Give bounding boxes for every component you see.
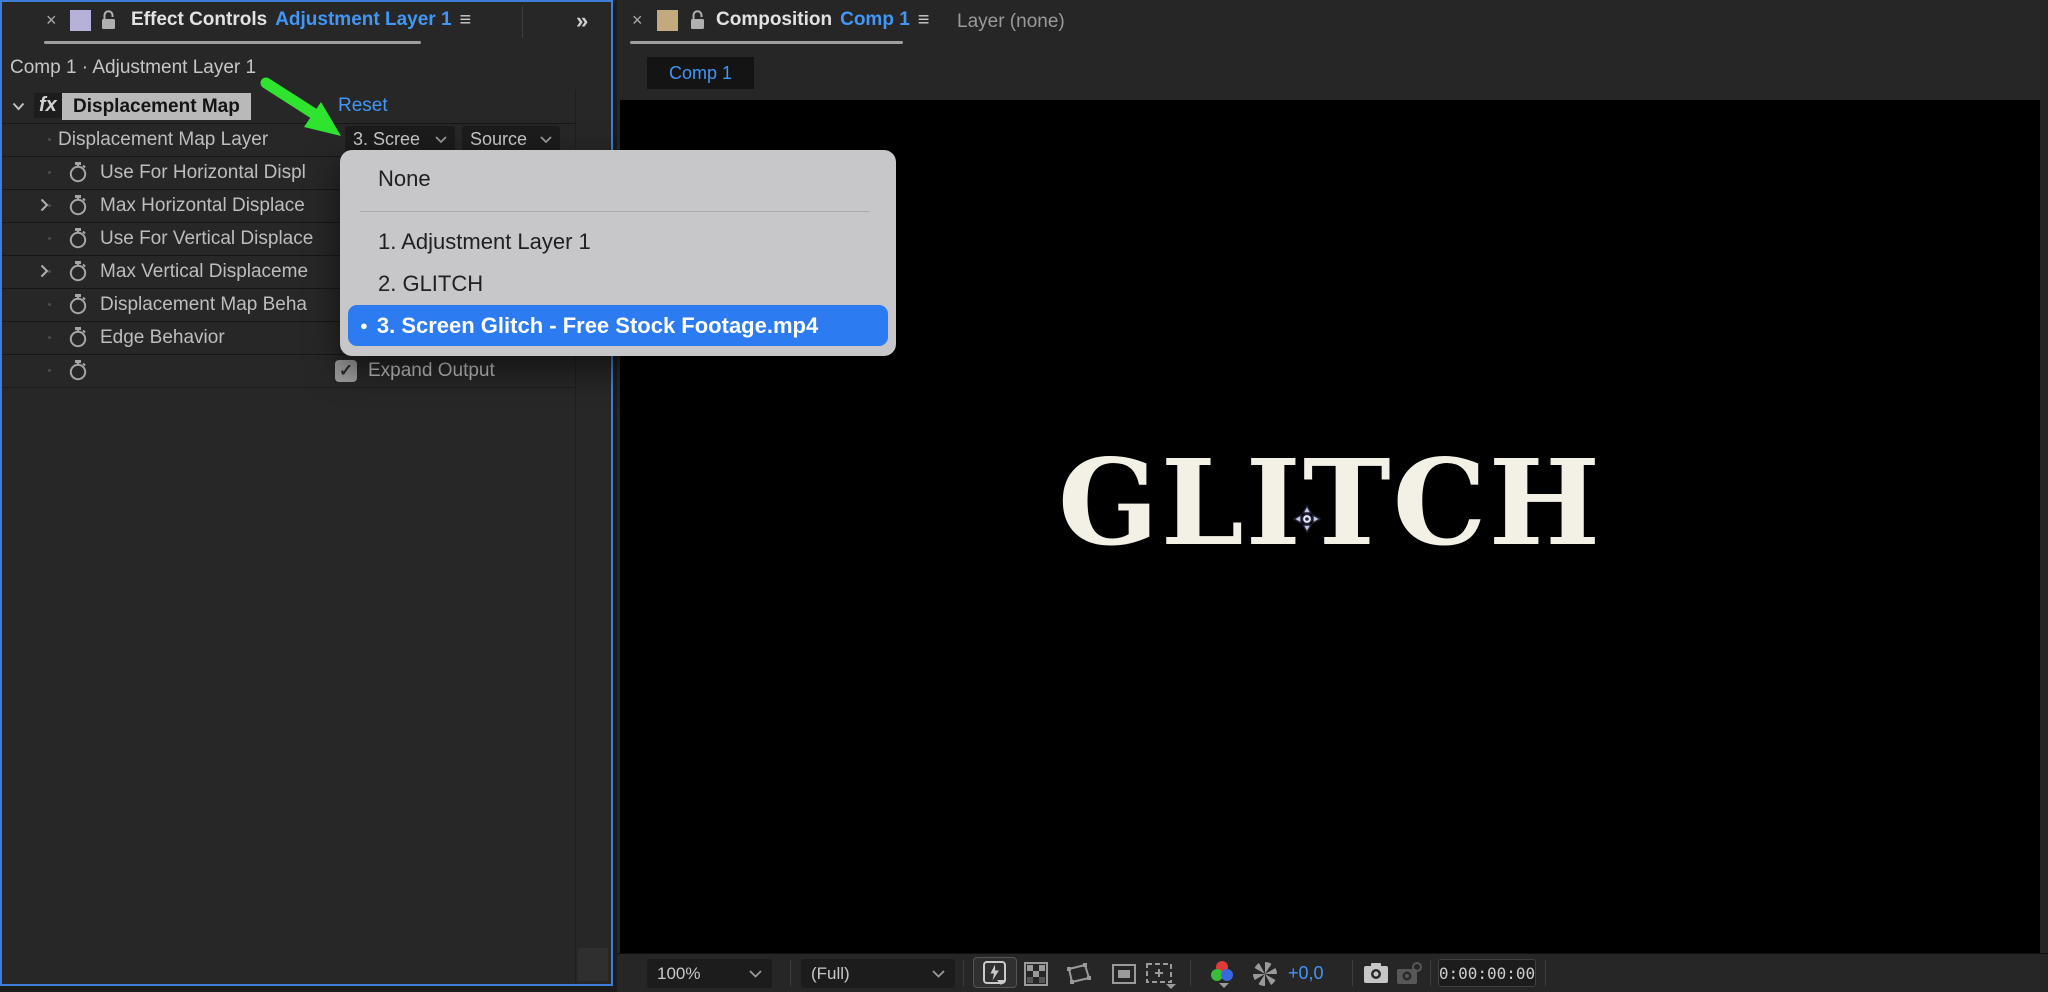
chevron-down-icon: [435, 135, 447, 143]
property-row: ✓ Expand Output: [2, 354, 576, 388]
expand-chevron-icon[interactable]: [40, 264, 49, 278]
panel-target-comp: Comp 1: [840, 9, 910, 30]
viewer-toolbar: 100% (Full) +0,0 0:00:00:00: [617, 953, 2048, 992]
breadcrumb: Comp 1 · Adjustment Layer 1: [10, 57, 257, 78]
stopwatch-icon[interactable]: [68, 161, 88, 184]
row-dot: [48, 171, 51, 174]
chevron-down-icon: [749, 969, 762, 978]
stopwatch-icon[interactable]: [68, 359, 88, 382]
selected-bullet-icon: ●: [360, 318, 368, 333]
anchor-point-icon[interactable]: [1288, 500, 1326, 538]
stopwatch-icon[interactable]: [68, 227, 88, 250]
stopwatch-icon[interactable]: [68, 194, 88, 217]
panel-close-icon[interactable]: ×: [46, 11, 57, 31]
region-of-interest-icon[interactable]: [1111, 961, 1137, 987]
chevron-down-icon: [932, 969, 945, 978]
composition-panel: × Composition Comp 1 ≡ Layer (none) Comp…: [617, 0, 2048, 992]
source-channel-dropdown[interactable]: Source: [462, 126, 560, 152]
composition-tab[interactable]: Composition Comp 1 ≡: [716, 9, 929, 31]
stopwatch-icon[interactable]: [68, 293, 88, 316]
unlock-icon[interactable]: [689, 9, 706, 32]
channels-icon[interactable]: [1207, 959, 1237, 989]
active-tab-underline: [630, 41, 903, 44]
menu-item-adjustment-layer[interactable]: 1. Adjustment Layer 1: [378, 229, 591, 255]
panel-menu-icon[interactable]: ≡: [918, 10, 930, 30]
active-tab-underline: [44, 41, 421, 44]
fast-previews-button[interactable]: [973, 957, 1017, 988]
exposure-icon[interactable]: [1251, 960, 1279, 988]
stopwatch-icon[interactable]: [68, 260, 88, 283]
timecode-field[interactable]: 0:00:00:00: [1438, 959, 1536, 987]
row-dot: [48, 303, 51, 306]
grid-guides-icon[interactable]: [1144, 961, 1178, 989]
panel-target-layer: Adjustment Layer 1: [275, 9, 452, 30]
row-dot: [48, 369, 51, 372]
expand-chevron-icon[interactable]: [40, 198, 49, 212]
collapse-chevron-icon[interactable]: [12, 102, 25, 111]
reset-button[interactable]: Reset: [338, 95, 388, 117]
panel-overflow-button[interactable]: »: [576, 10, 588, 33]
menu-item-screen-glitch-selected[interactable]: ● 3. Screen Glitch - Free Stock Footage.…: [348, 305, 888, 346]
panel-title: Composition: [716, 9, 833, 30]
toolbar-divider: [1545, 960, 1546, 986]
toolbar-divider: [790, 960, 791, 986]
panel-color-swatch[interactable]: [657, 10, 678, 31]
magnification-dropdown[interactable]: 100%: [647, 959, 772, 988]
row-dot: [48, 138, 51, 141]
fast-previews-icon: [983, 960, 1006, 985]
row-dot: [48, 336, 51, 339]
panel-color-swatch[interactable]: [70, 10, 91, 31]
expand-output-checkbox[interactable]: ✓: [335, 360, 357, 382]
resolution-dropdown[interactable]: (Full): [801, 959, 955, 988]
snapshot-camera-icon[interactable]: [1362, 961, 1390, 985]
chevron-down-icon: [540, 135, 552, 143]
effect-controls-panel: × Effect Controls Adjustment Layer 1 ≡ »…: [0, 0, 613, 986]
displacement-map-layer-dropdown[interactable]: 3. Scree: [345, 126, 455, 152]
show-snapshot-icon[interactable]: [1395, 961, 1425, 987]
transparency-grid-icon[interactable]: [1023, 961, 1049, 987]
comp-breadcrumb-tab[interactable]: Comp 1: [647, 57, 754, 89]
exposure-offset-value[interactable]: +0,0: [1288, 963, 1324, 984]
menu-item-none[interactable]: None: [378, 166, 431, 192]
panel-close-icon[interactable]: ×: [632, 11, 643, 31]
effect-controls-tab[interactable]: Effect Controls Adjustment Layer 1 ≡: [131, 9, 471, 31]
effect-name[interactable]: Displacement Map: [62, 93, 251, 120]
displacement-layer-menu: None 1. Adjustment Layer 1 2. GLITCH ● 3…: [340, 150, 896, 356]
toolbar-divider: [963, 960, 964, 986]
stopwatch-icon[interactable]: [68, 326, 88, 349]
toolbar-divider: [1352, 960, 1353, 986]
toolbar-divider: [1430, 960, 1431, 986]
mask-visibility-icon[interactable]: [1063, 961, 1093, 987]
glitch-title-text: GLITCH: [1057, 433, 1603, 572]
unlock-icon[interactable]: [100, 9, 117, 32]
menu-item-glitch[interactable]: 2. GLITCH: [378, 271, 483, 297]
checkbox-label: Expand Output: [368, 360, 495, 381]
after-effects-window: × Effect Controls Adjustment Layer 1 ≡ »…: [0, 0, 2048, 992]
tabbar-divider: [522, 6, 523, 38]
scrollbar-corner[interactable]: [578, 948, 608, 981]
layer-panel-tab[interactable]: Layer (none): [957, 11, 1065, 33]
menu-divider: [360, 211, 870, 212]
row-dot: [48, 237, 51, 240]
effect-header-row: fx Displacement Map Reset: [2, 90, 576, 124]
fx-badge: fx: [34, 93, 62, 118]
panel-menu-icon[interactable]: ≡: [460, 10, 472, 30]
toolbar-divider: [1190, 960, 1191, 986]
panel-title: Effect Controls: [131, 9, 268, 30]
